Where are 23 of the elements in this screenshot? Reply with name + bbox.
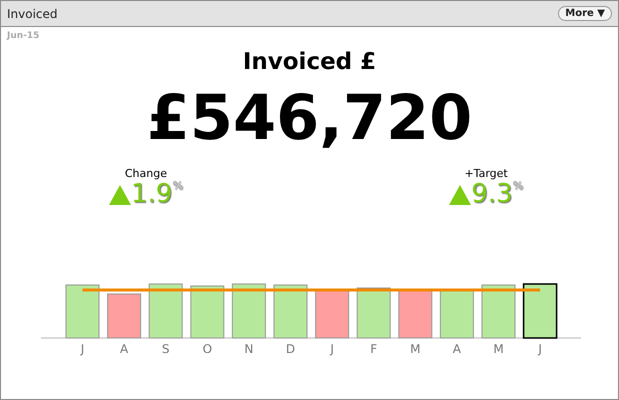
month-label: M xyxy=(493,342,504,356)
month-label: J xyxy=(538,342,542,356)
unit-label: % xyxy=(512,180,523,192)
indicator-value: 9.3 xyxy=(471,180,513,208)
month-label: M xyxy=(410,342,420,356)
period-label: Jun-15 xyxy=(7,31,40,41)
month-label: A xyxy=(452,342,461,356)
month-label: S xyxy=(162,342,170,356)
month-label: J xyxy=(330,342,334,356)
month-label: N xyxy=(244,342,254,356)
month-label: A xyxy=(120,342,128,356)
more-button[interactable]: More ▼ xyxy=(558,6,612,21)
indicator-label: Change xyxy=(124,167,167,180)
panel-title: Invoiced xyxy=(7,6,58,20)
indicator-label: +Target xyxy=(464,167,508,180)
kpi-title: Invoiced £ xyxy=(242,49,378,75)
month-label: D xyxy=(286,342,296,356)
indicator-value: 1.9 xyxy=(131,180,172,208)
unit-label: % xyxy=(172,180,183,192)
month-label: F xyxy=(370,342,378,356)
month-label: J xyxy=(80,342,84,356)
kpi-value: £546,720 xyxy=(146,80,474,156)
month-label: O xyxy=(202,342,212,356)
